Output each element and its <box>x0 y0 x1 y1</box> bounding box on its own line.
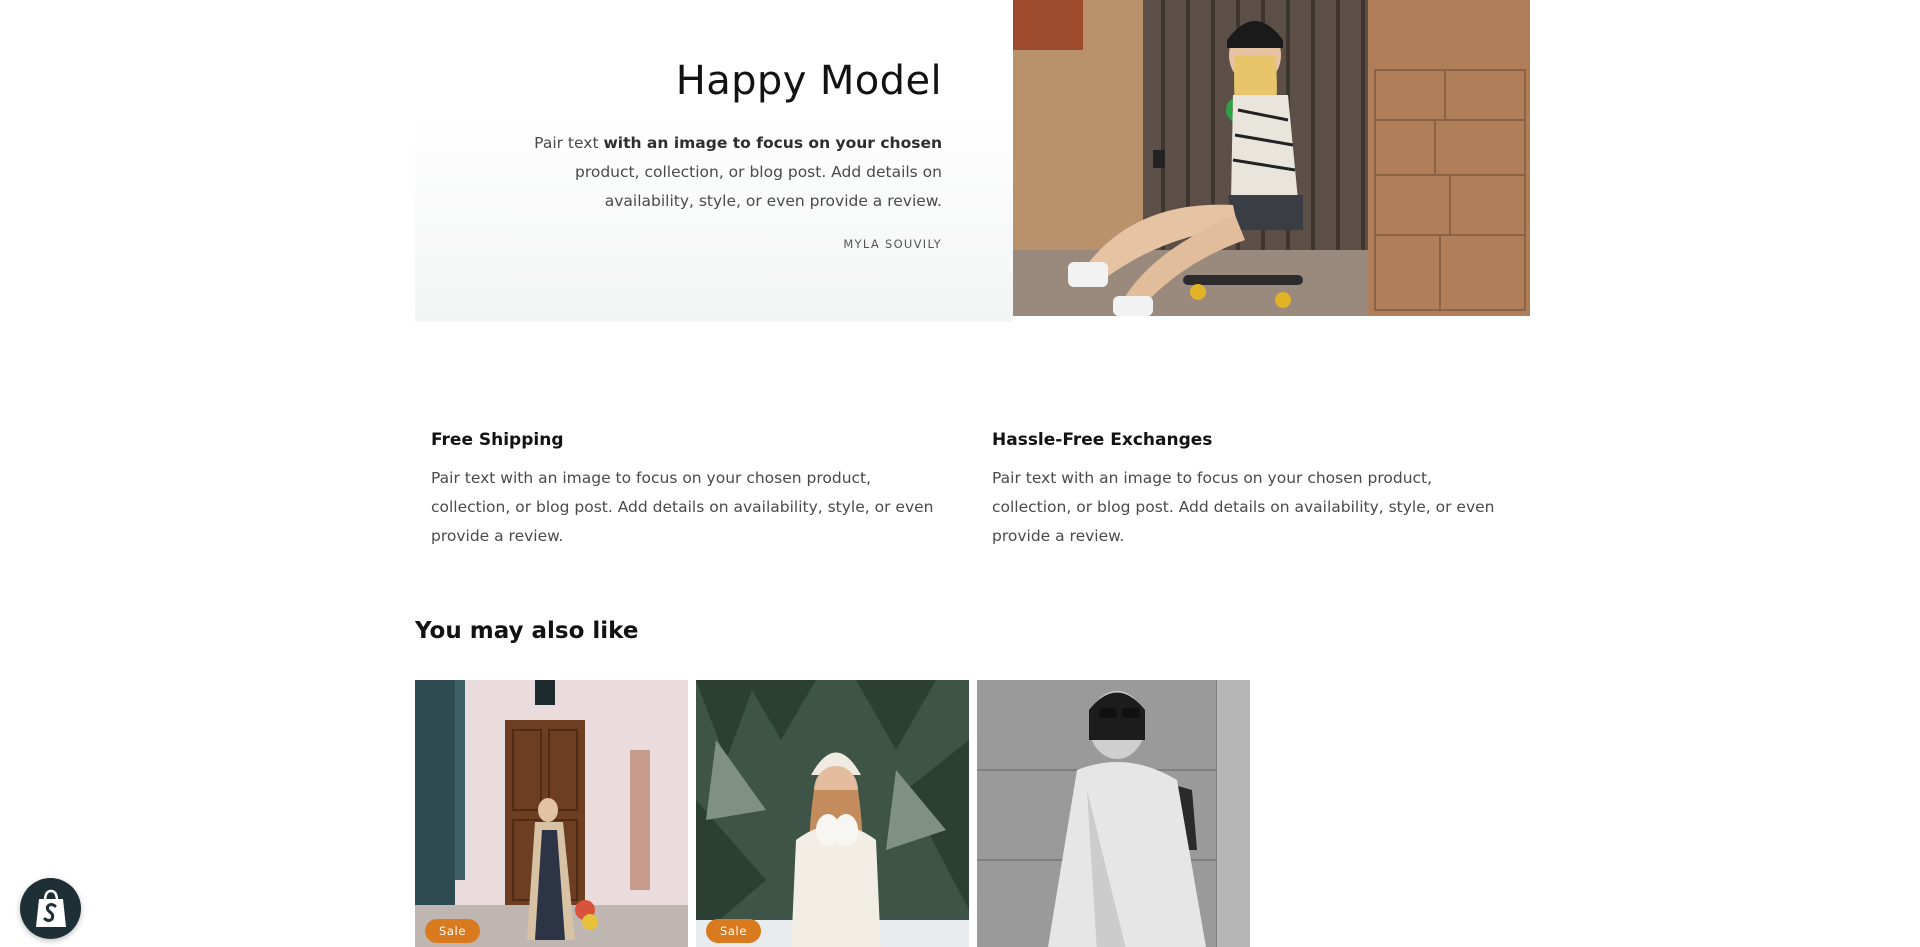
model-photo-image <box>1013 0 1530 316</box>
section-body: Pair text with an image to focus on your… <box>492 129 942 216</box>
related-products-heading: You may also like <box>415 618 639 644</box>
section-heading: Happy Model <box>675 58 942 104</box>
column-text: Pair text with an image to focus on your… <box>992 469 1495 545</box>
body-text-start: Pair text <box>534 134 604 152</box>
model-photo <box>1013 0 1530 316</box>
body-text-end: product, collection, or blog post. Add d… <box>574 163 942 210</box>
column-hassle-free-exchanges: Hassle-Free Exchanges Pair text with an … <box>992 420 1512 551</box>
author-caption: MYLA SOUVILY <box>843 237 942 251</box>
column-text: Pair text with an image to focus on your… <box>431 469 934 545</box>
product-card[interactable]: Sale <box>696 680 969 947</box>
image-with-text-content: Happy Model Pair text with an image to f… <box>415 0 1013 322</box>
product-image <box>977 680 1250 947</box>
image-with-text-section: Happy Model Pair text with an image to f… <box>415 0 1530 322</box>
shop-app-button[interactable] <box>20 878 81 939</box>
multicolumn-section: Free Shipping Pair text with an image to… <box>415 420 1530 545</box>
sale-badge: Sale <box>425 919 481 943</box>
body-text-bold: with an image to focus on your chosen <box>603 134 942 152</box>
column-title: Hassle-Free Exchanges <box>992 430 1213 450</box>
product-card[interactable]: Sale <box>415 680 688 947</box>
product-card[interactable] <box>977 680 1250 947</box>
product-image <box>415 680 688 947</box>
column-free-shipping: Free Shipping Pair text with an image to… <box>431 420 951 551</box>
product-image <box>696 680 969 947</box>
shopify-bag-icon <box>35 889 66 927</box>
sale-badge: Sale <box>706 919 762 943</box>
column-title: Free Shipping <box>431 430 564 450</box>
